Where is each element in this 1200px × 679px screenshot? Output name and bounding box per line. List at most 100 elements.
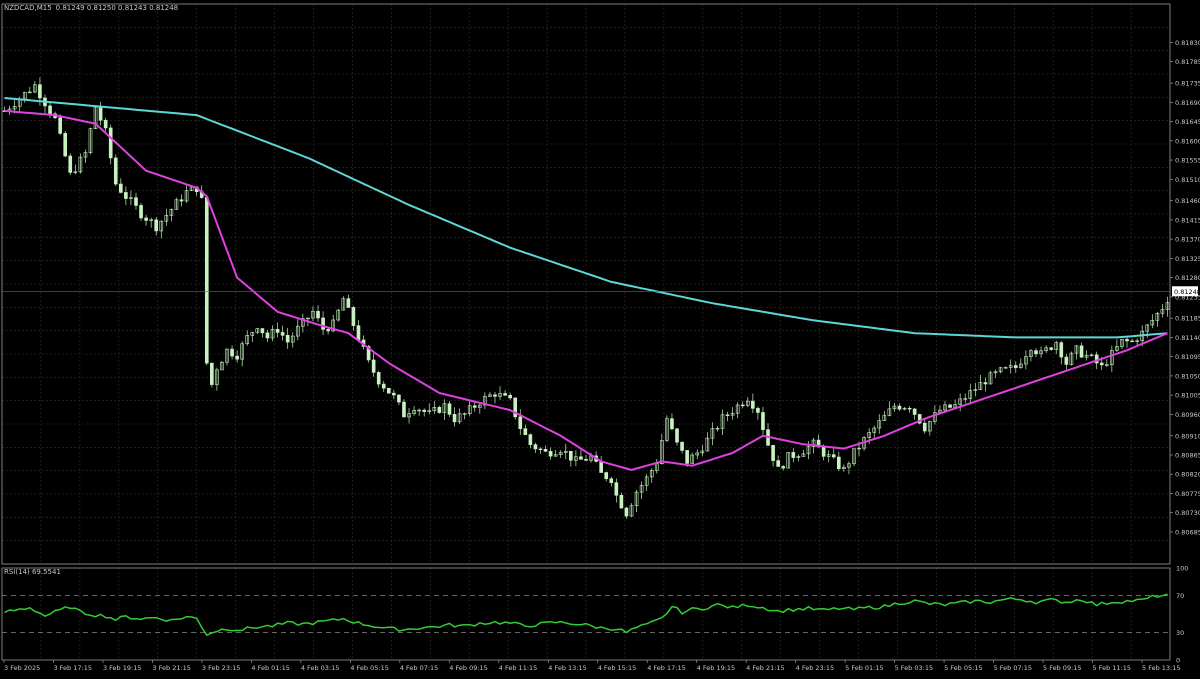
candle-body — [776, 460, 780, 467]
candle-body — [351, 307, 356, 326]
candle-body — [326, 329, 330, 332]
candle-body — [179, 199, 184, 202]
x-tick-label: 4 Feb 19:15 — [697, 664, 736, 672]
candle-body — [740, 404, 745, 407]
y-tick-label: 0.80820 — [1175, 471, 1200, 479]
candle-body — [397, 394, 401, 403]
x-tick-label: 4 Feb 05:15 — [350, 664, 389, 672]
candle-body — [609, 478, 614, 483]
rsi-y-tick-label: 70 — [1176, 592, 1184, 600]
symbol-header: NZDCAD,M15 0.81249 0.81250 0.81243 0.8124… — [4, 4, 178, 12]
candle-body — [119, 183, 123, 193]
x-tick-label: 5 Feb 09:15 — [1043, 664, 1082, 672]
y-tick-label: 0.81690 — [1175, 99, 1200, 107]
ohlc-values: 0.81249 0.81250 0.81243 0.81248 — [56, 4, 178, 12]
candle-body — [897, 405, 902, 410]
candle-body — [103, 119, 108, 129]
candle-body — [1079, 345, 1084, 358]
candle-body — [392, 392, 396, 396]
candle-body — [1059, 342, 1064, 358]
x-tick-label: 3 Feb 21:15 — [152, 664, 191, 672]
y-tick-label: 0.80685 — [1175, 528, 1200, 536]
candle-body — [791, 452, 796, 458]
x-tick-label: 3 Feb 23:15 — [202, 664, 241, 672]
candle-body — [113, 157, 118, 185]
x-tick-label: 5 Feb 05:15 — [944, 664, 983, 672]
candle-body — [781, 466, 786, 469]
candle-body — [346, 298, 351, 308]
x-tick-label: 5 Feb 11:15 — [1093, 664, 1132, 672]
candle-body — [422, 409, 427, 412]
candle-body — [771, 444, 775, 461]
y-tick-label: 0.80775 — [1175, 490, 1200, 498]
x-tick-label: 4 Feb 07:15 — [400, 664, 439, 672]
candle-body — [528, 434, 533, 445]
candle-body — [503, 393, 507, 396]
candle-body — [230, 348, 234, 357]
candle-body — [569, 450, 573, 461]
candle-body — [144, 217, 148, 221]
y-tick-label: 0.81735 — [1175, 80, 1200, 88]
candle-body — [614, 482, 619, 496]
chart-root: 0.81830 0.81785 0.81735 0.81690 0.81645 0.816… — [0, 0, 1200, 675]
x-tick-label: 3 Feb 2025 — [4, 664, 40, 672]
candle-body — [922, 422, 927, 432]
candle-body — [1125, 339, 1129, 342]
x-tick-label: 4 Feb 17:15 — [647, 664, 686, 672]
candle-body — [265, 332, 270, 339]
y-tick-label: 0.80960 — [1175, 411, 1200, 419]
candle-body — [386, 387, 391, 394]
candle-body — [285, 335, 290, 343]
candle-body — [751, 400, 755, 409]
y-tick-label: 0.81600 — [1175, 137, 1200, 145]
x-tick-label: 4 Feb 09:15 — [449, 664, 488, 672]
candle-body — [275, 329, 280, 333]
y-tick-label: 0.80730 — [1175, 509, 1200, 517]
y-tick-label: 0.81510 — [1175, 176, 1200, 184]
x-tick-label: 4 Feb 13:15 — [548, 664, 587, 672]
candle-body — [831, 454, 836, 458]
candle-body — [381, 383, 386, 389]
candle-body — [624, 507, 629, 517]
candle-body — [38, 84, 42, 99]
candle-body — [685, 450, 689, 464]
candle-body — [836, 456, 841, 470]
y-tick-label: 0.80865 — [1175, 451, 1200, 459]
candle-body — [912, 408, 917, 415]
y-tick-label: 0.80910 — [1175, 432, 1200, 440]
y-tick-label: 0.81095 — [1175, 353, 1200, 361]
candle-body — [508, 394, 512, 399]
candle-body — [584, 459, 588, 461]
candle-body — [670, 418, 674, 430]
candle-body — [402, 401, 406, 418]
candle-body — [1034, 350, 1038, 355]
candle-body — [1064, 356, 1069, 365]
candle-body — [599, 461, 603, 473]
y-tick-label: 0.81555 — [1175, 157, 1200, 165]
y-tick-label: 0.81185 — [1175, 315, 1200, 323]
candle-body — [761, 412, 765, 430]
rsi-y-tick-label: 100 — [1176, 565, 1188, 573]
candle-body — [493, 394, 497, 397]
candle-body — [472, 405, 477, 408]
candle-body — [210, 362, 214, 385]
candle-body — [523, 428, 528, 435]
candle-body — [447, 403, 452, 415]
candle-body — [376, 372, 381, 385]
candle-body — [204, 197, 209, 364]
x-tick-label: 5 Feb 03:15 — [895, 664, 934, 672]
trading-chart[interactable]: 0.81830 0.81785 0.81735 0.81690 0.81645 0.816… — [0, 0, 1200, 675]
y-tick-label: 0.81645 — [1175, 118, 1200, 126]
candle-body — [680, 441, 684, 451]
candle-body — [983, 382, 988, 385]
candle-body — [1099, 362, 1104, 366]
candle-body — [533, 444, 538, 450]
rsi-y-tick-label: 30 — [1176, 629, 1184, 637]
current-price-label: 0.81248 — [1174, 288, 1200, 296]
candle-body — [675, 428, 679, 443]
y-tick-label: 0.81280 — [1175, 274, 1200, 282]
x-tick-label: 3 Feb 19:15 — [103, 664, 142, 672]
y-tick-label: 0.81785 — [1175, 58, 1200, 66]
candle-body — [538, 448, 543, 451]
y-tick-label: 0.81830 — [1175, 39, 1200, 47]
